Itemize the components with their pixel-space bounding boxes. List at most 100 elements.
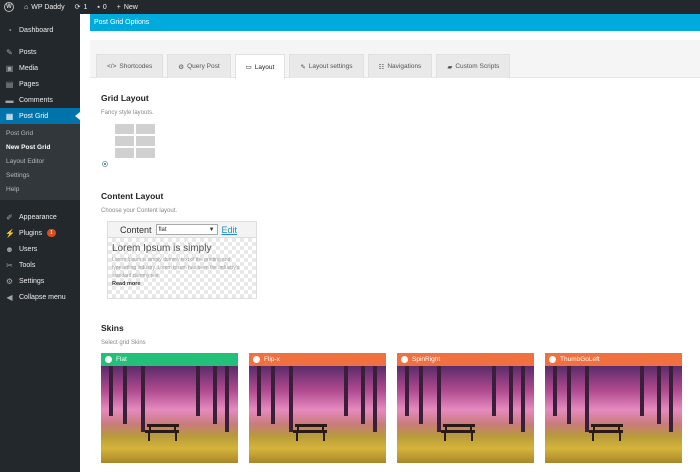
comment-bubble-icon: ▪ <box>97 3 100 11</box>
home-icon: ⌂ <box>24 3 29 11</box>
content-layout-header: Content flat ▼ Edit <box>108 222 256 238</box>
users-icon: ☻ <box>5 244 14 254</box>
preview-title: Lorem Ipsum is simply <box>112 243 212 254</box>
skins-description: Select grid Skins <box>101 340 146 346</box>
content-layout-description: Choose your Content layout. <box>101 208 178 214</box>
sidebar-item-posts[interactable]: ✎ Posts <box>0 44 80 60</box>
tree-trunk <box>271 366 275 424</box>
grid-layout-thumbnail[interactable] <box>115 124 700 158</box>
bench-illustration <box>589 424 623 441</box>
skin-card-thumbgoleft[interactable]: ThumbGoLeft <box>545 353 682 463</box>
skin-header: Flip-x <box>249 353 386 366</box>
dashboard-icon: ◔ <box>7 25 12 35</box>
skin-header: ThumbGoLeft <box>545 353 682 366</box>
preview-excerpt: Lorem Ipsum is simply dummy text of the … <box>112 257 240 279</box>
tab-navigations[interactable]: ☷ Navigations <box>367 54 433 78</box>
tree-trunk <box>553 366 557 416</box>
paint-icon: ▰ <box>447 63 453 71</box>
tab-shortcodes[interactable]: </> Shortcodes <box>96 54 164 78</box>
skin-header: SpinRight <box>397 353 534 366</box>
submenu-item-post-grid[interactable]: Post Grid <box>0 127 80 141</box>
grid-layout-radio[interactable] <box>102 161 108 167</box>
tree-trunk <box>257 366 261 416</box>
cogs-icon: ⚙ <box>178 63 185 71</box>
tree-trunk <box>123 366 127 424</box>
updates-icon: ⟳ <box>74 4 81 11</box>
site-link[interactable]: ⌂ WP Daddy <box>24 4 65 11</box>
content-label: Content <box>120 224 152 235</box>
skin-card-flat[interactable]: Flat <box>101 353 238 463</box>
sidebar-item-appearance[interactable]: ✐ Appearance <box>0 209 80 225</box>
bench-illustration <box>293 424 327 441</box>
comments-link[interactable]: ▪ 0 <box>97 4 106 11</box>
tree-trunk <box>373 366 377 432</box>
code-icon: </> <box>107 63 117 70</box>
tree-trunk <box>361 366 365 424</box>
tree-trunk <box>213 366 217 424</box>
sidebar-item-collapse-menu[interactable]: ◀ Collapse menu <box>0 289 80 305</box>
admin-sidebar: ◔ Dashboard ✎ Posts ▣ Media ▤ Pages ▬ Comment… <box>0 14 80 472</box>
tab-query-post[interactable]: ⚙ Query Post <box>167 54 231 78</box>
submenu-item-settings[interactable]: Settings <box>0 169 80 183</box>
tree-trunk <box>492 366 496 416</box>
pin-icon: ✎ <box>6 47 13 57</box>
submenu-item-layout-editor[interactable]: Layout Editor <box>0 155 80 169</box>
layout-tab-content: Grid Layout Fancy style layouts. Content… <box>101 78 700 463</box>
radio-icon <box>549 356 556 363</box>
submenu-item-help[interactable]: Help <box>0 183 80 197</box>
edit-layout-link[interactable]: Edit <box>222 225 238 235</box>
tree-trunk <box>509 366 513 424</box>
skins-heading: Skins <box>101 323 124 333</box>
sliders-icon: ☷ <box>378 63 385 71</box>
grid-layout-heading: Grid Layout <box>101 93 149 103</box>
new-link[interactable]: + New <box>117 4 138 11</box>
submenu-item-new-post-grid[interactable]: New Post Grid <box>0 141 80 155</box>
admin-bar: W ⌂ WP Daddy ⟳ 1 ▪ 0 + New <box>0 0 700 14</box>
radio-icon <box>253 356 260 363</box>
sidebar-item-tools[interactable]: ✂ Tools <box>0 257 80 273</box>
sidebar-item-pages[interactable]: ▤ Pages <box>0 76 80 92</box>
sidebar-item-media[interactable]: ▣ Media <box>0 60 80 76</box>
grid-layout-description: Fancy style layouts. <box>101 110 154 116</box>
comment-icon: ▬ <box>5 95 14 105</box>
post-grid-icon: ▦ <box>5 111 14 121</box>
pages-icon: ▤ <box>5 79 14 89</box>
skin-preview-image <box>101 366 238 463</box>
settings-icon: ⚙ <box>5 276 14 286</box>
tab-custom-scripts[interactable]: ▰ Custom Scripts <box>436 54 511 78</box>
sidebar-item-dashboard[interactable]: ◔ Dashboard <box>0 22 80 38</box>
skin-header: Flat <box>101 353 238 366</box>
page-title: Post Grid Options <box>90 14 700 31</box>
tab-layout[interactable]: ▭ Layout <box>234 54 286 79</box>
updates-link[interactable]: ⟳ 1 <box>74 3 88 12</box>
collapse-icon: ◀ <box>6 292 13 302</box>
content-layout-preview: Content flat ▼ Edit Lorem Ipsum is simply… <box>107 221 257 299</box>
sidebar-item-comments[interactable]: ▬ Comments <box>0 92 80 108</box>
sidebar-item-settings[interactable]: ⚙ Settings <box>0 273 80 289</box>
skin-card-spinright[interactable]: SpinRight <box>397 353 534 463</box>
content-layout-select[interactable]: flat ▼ <box>155 224 218 235</box>
plugin-icon: ⚡ <box>5 228 15 238</box>
skin-preview-image <box>545 366 682 463</box>
post-grid-submenu: Post Grid New Post Grid Layout Editor Se… <box>0 124 80 200</box>
sidebar-item-users[interactable]: ☻ Users <box>0 241 80 257</box>
tree-trunk <box>344 366 348 416</box>
skin-card-flip-x[interactable]: Flip-x <box>249 353 386 463</box>
layout-icon: ▭ <box>245 64 252 71</box>
tree-trunk <box>640 366 644 416</box>
wordpress-logo-icon[interactable]: W <box>4 2 14 12</box>
sidebar-item-plugins[interactable]: ⚡ Plugins 1 <box>0 225 80 241</box>
bench-illustration <box>441 424 475 441</box>
preview-read-more: Read more <box>112 281 141 287</box>
main-content: Post Grid Options </> Shortcodes ⚙ Query P… <box>80 14 700 472</box>
plugins-update-badge: 1 <box>46 229 56 237</box>
tree-trunk <box>567 366 571 424</box>
sidebar-item-post-grid[interactable]: ▦ Post Grid <box>0 108 80 124</box>
skin-preview-image <box>397 366 534 463</box>
radio-icon <box>105 356 112 363</box>
tree-trunk <box>419 366 423 424</box>
tab-layout-settings[interactable]: ✎ Layout settings <box>289 54 364 78</box>
dropdown-arrow-icon: ▼ <box>208 226 215 233</box>
tree-trunk <box>225 366 229 432</box>
skins-list: Flat Flip-x SpinRight ThumbGoLeft <box>101 353 700 463</box>
